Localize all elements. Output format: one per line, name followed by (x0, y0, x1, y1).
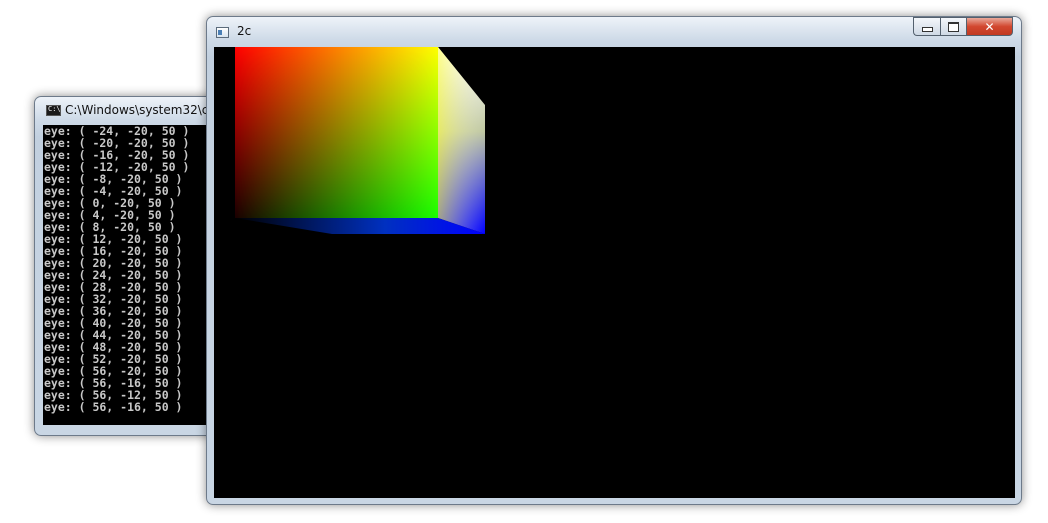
minimize-button[interactable] (913, 17, 941, 36)
minimize-icon (922, 27, 933, 32)
gl-canvas[interactable] (214, 47, 1015, 498)
gl-titlebar[interactable]: 2c ✕ (207, 17, 1021, 45)
cmd-icon (46, 105, 61, 116)
maximize-button[interactable] (940, 17, 967, 36)
app-icon (216, 27, 229, 38)
cube-front-face (235, 47, 438, 218)
console-window[interactable]: C:\Windows\system32\cmd.exe eye: ( -24, … (34, 96, 253, 436)
maximize-icon (948, 21, 959, 32)
rendered-cube (235, 47, 485, 234)
close-button[interactable]: ✕ (966, 17, 1013, 36)
console-titlebar[interactable]: C:\Windows\system32\cmd.exe (35, 97, 253, 123)
close-icon: ✕ (984, 19, 995, 34)
window-title: 2c (237, 24, 252, 38)
gl-window[interactable]: 2c ✕ (206, 16, 1022, 505)
